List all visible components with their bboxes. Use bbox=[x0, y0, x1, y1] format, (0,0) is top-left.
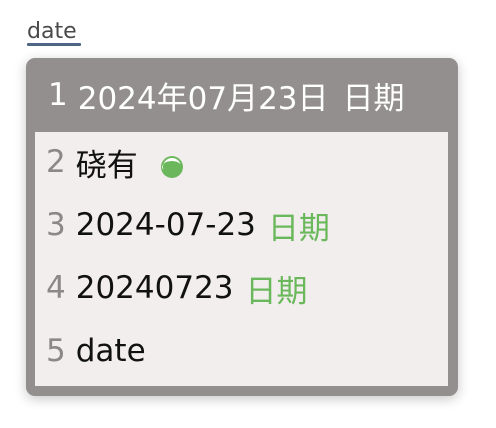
candidate-text: 硗有 bbox=[75, 147, 138, 184]
candidate-text: 2024年07月23日 bbox=[77, 80, 329, 117]
candidate-item[interactable]: 5 date bbox=[35, 321, 448, 381]
candidate-index: 3 bbox=[46, 207, 66, 243]
candidate-comment: 日期 bbox=[267, 210, 330, 247]
candidate-index: 4 bbox=[46, 270, 66, 306]
candidate-item[interactable]: 4 20240723 日期 bbox=[35, 258, 448, 318]
candidate-highlighted[interactable]: 1 2024年07月23日 日期 bbox=[26, 58, 458, 132]
half-moon-icon bbox=[160, 151, 184, 178]
candidate-text: 2024-07-23 bbox=[75, 207, 256, 243]
composition-underline bbox=[27, 43, 81, 46]
candidate-index: 5 bbox=[46, 333, 66, 369]
candidate-index: 2 bbox=[46, 144, 66, 180]
candidate-list: 2 硗有 3 2024-07-23 日期 4 20240723 日期 5 dat… bbox=[35, 132, 448, 386]
candidate-text: 20240723 bbox=[75, 270, 234, 306]
candidate-text: date bbox=[75, 333, 146, 369]
candidate-index: 1 bbox=[48, 77, 68, 113]
composition-text: date bbox=[27, 19, 77, 44]
candidate-comment: 日期 bbox=[245, 273, 308, 310]
candidate-item[interactable]: 3 2024-07-23 日期 bbox=[35, 195, 448, 255]
candidate-panel: 1 2024年07月23日 日期 2 硗有 3 2024-07-23 日期 4 … bbox=[26, 58, 458, 396]
candidate-item[interactable]: 2 硗有 bbox=[35, 132, 448, 192]
candidate-comment: 日期 bbox=[342, 80, 405, 117]
